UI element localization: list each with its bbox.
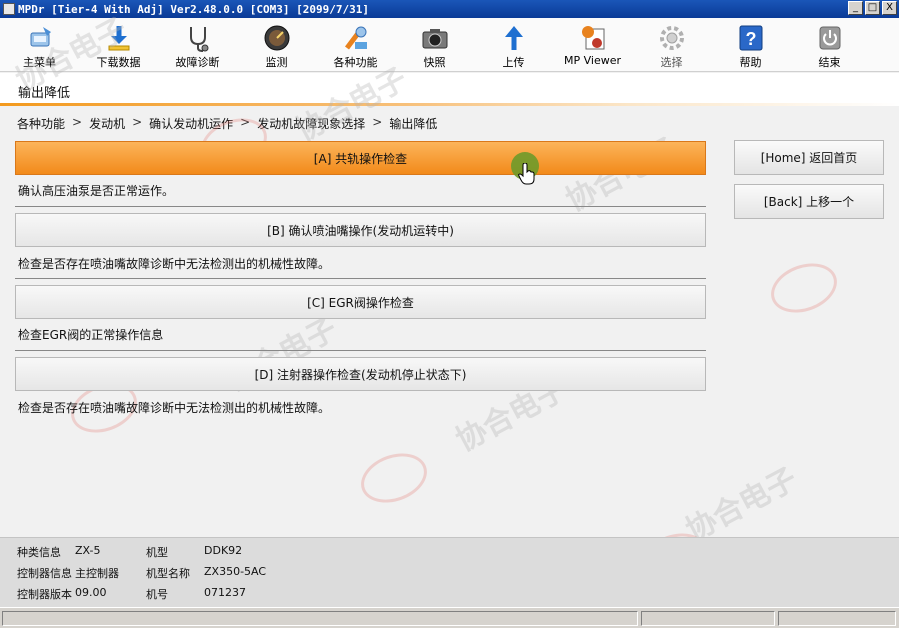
toolbar-mp-viewer-button[interactable]: MP Viewer xyxy=(553,18,632,72)
minimize-button[interactable]: _ xyxy=(848,1,863,15)
breadcrumb-item[interactable]: 确认发动机运作 xyxy=(149,115,233,132)
option-c-button[interactable]: [C] EGR阀操作检查 xyxy=(15,285,706,319)
info-key: 机型名称 xyxy=(146,567,190,580)
toolbar: 主菜单 下载数据 故障诊断 监测 各种功能 快照 上传 MP Viewer 选择… xyxy=(0,18,899,72)
breadcrumb-separator: > xyxy=(240,115,251,129)
back-button[interactable]: [Back] 上移一个 xyxy=(734,184,884,219)
toolbar-label: 上传 xyxy=(502,56,525,69)
status-panel xyxy=(2,611,638,626)
window-title: MPDr [Tier-4 With Adj] Ver2.48.0.0 [COM3… xyxy=(18,2,369,16)
option-d-button[interactable]: [D] 注射器操作检查(发动机停止状态下) xyxy=(15,357,706,391)
breadcrumb-separator: > xyxy=(372,115,383,129)
toolbar-label: 各种功能 xyxy=(333,56,378,69)
toolbar-snapshot-button[interactable]: 快照 xyxy=(395,18,474,72)
toolbar-label: 监测 xyxy=(265,56,288,69)
help-icon: ? xyxy=(739,25,762,51)
info-row: 控制器版本 09.00 机号 071237 xyxy=(17,586,246,602)
breadcrumb-item[interactable]: 发动机 xyxy=(89,115,125,132)
option-b-description: 检查是否存在喷油嘴故障诊断中无法检测出的机械性故障。 xyxy=(18,257,331,271)
maximize-button[interactable]: □ xyxy=(865,1,880,15)
watermark-logo xyxy=(354,444,434,512)
info-key: 种类信息 xyxy=(17,546,61,559)
option-b-label: [B] 确认喷油嘴操作(发动机运转中) xyxy=(267,223,454,238)
download-icon xyxy=(108,26,129,51)
info-value: DDK92 xyxy=(204,544,243,557)
close-button[interactable]: X xyxy=(882,1,897,15)
toolbar-functions-button[interactable]: 各种功能 xyxy=(316,18,395,72)
hand-cursor-icon xyxy=(518,163,535,185)
mp-viewer-icon xyxy=(581,26,604,50)
toolbar-upload-button[interactable]: 上传 xyxy=(474,18,553,72)
divider xyxy=(15,278,706,279)
toolbar-main-menu-button[interactable]: 主菜单 xyxy=(0,18,79,72)
toolbar-label: 主菜单 xyxy=(23,56,56,69)
status-panel xyxy=(778,611,896,626)
info-key: 机型 xyxy=(146,546,168,559)
info-value: 071237 xyxy=(204,586,246,599)
toolbar-label: 快照 xyxy=(423,56,446,69)
status-bar xyxy=(0,607,899,628)
toolbar-label: MP Viewer xyxy=(563,54,621,67)
toolbar-label: 选择 xyxy=(660,56,683,69)
camera-icon xyxy=(422,29,447,49)
home-button[interactable]: [Home] 返回首页 xyxy=(734,140,884,175)
watermark-text: 协合电子 xyxy=(680,461,803,549)
toolbar-label: 故障诊断 xyxy=(175,56,220,69)
stethoscope-icon xyxy=(189,27,208,52)
info-key: 机号 xyxy=(146,588,168,601)
divider xyxy=(15,206,706,207)
tools-icon xyxy=(344,26,367,50)
info-row: 种类信息 ZX-5 机型 DDK92 xyxy=(17,544,242,560)
toolbar-label: 帮助 xyxy=(739,56,762,69)
breadcrumb-item[interactable]: 各种功能 xyxy=(17,115,65,132)
info-panel: 种类信息 ZX-5 机型 DDK92 控制器信息 主控制器 机型名称 ZX350… xyxy=(0,537,899,607)
option-a-description: 确认高压油泵是否正常运作。 xyxy=(18,184,175,198)
title-bar: MPDr [Tier-4 With Adj] Ver2.48.0.0 [COM3… xyxy=(0,0,899,18)
status-panel xyxy=(641,611,775,626)
toolbar-diagnosis-button[interactable]: 故障诊断 xyxy=(158,18,237,72)
breadcrumb-separator: > xyxy=(132,115,143,129)
main-menu-icon xyxy=(30,27,51,47)
upload-icon xyxy=(504,26,523,50)
toolbar-select-button[interactable]: 选择 xyxy=(632,18,711,72)
gauge-icon xyxy=(264,25,289,51)
toolbar-help-button[interactable]: ? 帮助 xyxy=(711,18,790,72)
breadcrumb-item-current: 输出降低 xyxy=(389,117,438,131)
option-a-button[interactable]: [A] 共轨操作检查 xyxy=(15,141,706,175)
option-a-label: [A] 共轨操作检查 xyxy=(313,151,408,166)
header-divider xyxy=(0,103,899,106)
breadcrumb-item[interactable]: 发动机故障现象选择 xyxy=(257,115,365,132)
toolbar-exit-button[interactable]: 结束 xyxy=(790,18,869,72)
info-value: 09.00 xyxy=(75,586,107,599)
info-value: ZX-5 xyxy=(75,544,101,557)
option-b-button[interactable]: [B] 确认喷油嘴操作(发动机运转中) xyxy=(15,213,706,247)
power-icon xyxy=(819,26,840,50)
toolbar-download-button[interactable]: 下载数据 xyxy=(79,18,158,72)
info-value: 主控制器 xyxy=(75,567,119,580)
toolbar-label: 结束 xyxy=(818,56,841,69)
option-c-label: [C] EGR阀操作检查 xyxy=(307,295,414,310)
info-key: 控制器信息 xyxy=(17,567,72,580)
watermark-logo xyxy=(764,254,844,322)
toolbar-monitor-button[interactable]: 监测 xyxy=(237,18,316,72)
app-icon xyxy=(3,3,15,15)
info-value: ZX350-5AC xyxy=(204,565,267,578)
breadcrumb-separator: > xyxy=(72,115,83,129)
option-d-label: [D] 注射器操作检查(发动机停止状态下) xyxy=(254,367,467,382)
info-row: 控制器信息 主控制器 机型名称 ZX350-5AC xyxy=(17,565,266,581)
gear-icon xyxy=(659,26,684,50)
option-c-description: 检查EGR阀的正常操作信息 xyxy=(18,328,164,342)
breadcrumb: 各种功能 > 发动机 > 确认发动机运作 > 发动机故障现象选择 > 输出降低 xyxy=(17,115,437,132)
divider xyxy=(15,350,706,351)
page-title: 输出降低 xyxy=(18,86,71,101)
info-key: 控制器版本 xyxy=(17,588,72,601)
option-d-description: 检查是否存在喷油嘴故障诊断中无法检测出的机械性故障。 xyxy=(18,401,331,415)
svg-text:?: ? xyxy=(745,29,756,49)
toolbar-label: 下载数据 xyxy=(96,56,141,69)
page-header: 输出降低 xyxy=(0,73,899,106)
